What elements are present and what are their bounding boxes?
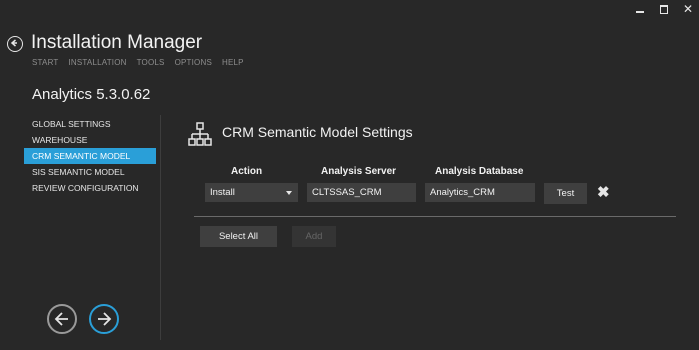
back-circle-icon[interactable]: [7, 36, 23, 52]
menu-item-installation[interactable]: INSTALLATION: [68, 58, 126, 67]
column-header-analysis-server: Analysis Server: [321, 166, 397, 177]
menu-item-options[interactable]: OPTIONS: [175, 58, 212, 67]
menu-item-start[interactable]: START: [32, 58, 58, 67]
row-divider: [194, 216, 676, 217]
previous-button[interactable]: [47, 304, 77, 334]
arrow-right-icon: [98, 312, 112, 326]
analysis-database-input[interactable]: Analytics_CRM: [425, 183, 535, 202]
hierarchy-icon: [187, 121, 213, 147]
add-button[interactable]: Add: [292, 226, 336, 247]
maximize-icon[interactable]: [659, 4, 669, 14]
next-button[interactable]: [89, 304, 119, 334]
main-menu: START INSTALLATION TOOLS OPTIONS HELP: [32, 58, 244, 67]
arrow-left-icon: [54, 312, 68, 326]
test-button[interactable]: Test: [544, 183, 587, 204]
sidebar: GLOBAL SETTINGS WAREHOUSE CRM SEMANTIC M…: [24, 116, 156, 196]
analysis-server-input[interactable]: CLTSSAS_CRM: [307, 183, 416, 202]
sidebar-divider: [160, 115, 161, 340]
sidebar-item-review-configuration[interactable]: REVIEW CONFIGURATION: [24, 180, 156, 196]
product-version: Analytics 5.3.0.62: [32, 86, 151, 103]
minimize-icon[interactable]: [635, 4, 645, 14]
sidebar-item-sis-semantic-model[interactable]: SIS SEMANTIC MODEL: [24, 164, 156, 180]
column-header-analysis-database: Analysis Database: [435, 166, 524, 177]
sidebar-item-warehouse[interactable]: WAREHOUSE: [24, 132, 156, 148]
close-icon[interactable]: ✕: [683, 3, 693, 15]
page-title: CRM Semantic Model Settings: [222, 124, 413, 140]
action-select-value: Install: [210, 187, 235, 198]
menu-item-tools[interactable]: TOOLS: [137, 58, 165, 67]
sidebar-item-global-settings[interactable]: GLOBAL SETTINGS: [24, 116, 156, 132]
column-header-action: Action: [231, 166, 263, 177]
select-all-button[interactable]: Select All: [200, 226, 277, 247]
sidebar-item-crm-semantic-model[interactable]: CRM SEMANTIC MODEL: [24, 148, 156, 164]
chevron-down-icon: [286, 191, 292, 195]
action-select[interactable]: Install: [205, 183, 298, 202]
remove-x-icon[interactable]: ✖: [597, 185, 610, 200]
app-title: Installation Manager: [31, 32, 203, 53]
menu-item-help[interactable]: HELP: [222, 58, 244, 67]
window-controls: ✕: [635, 3, 693, 15]
